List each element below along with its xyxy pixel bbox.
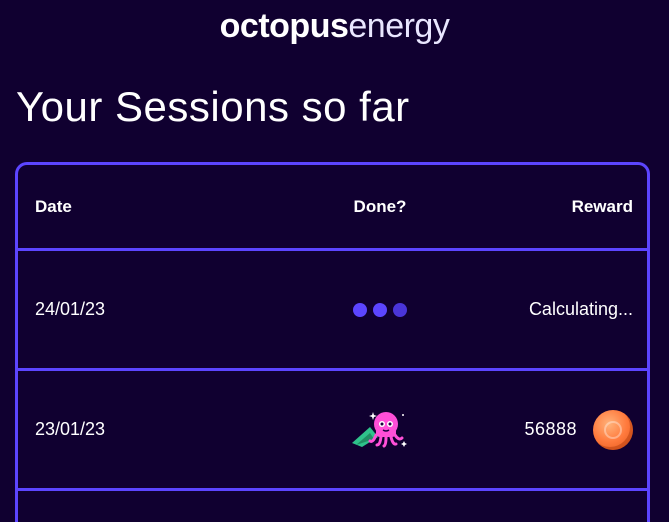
page-title: Your Sessions so far xyxy=(16,83,410,130)
octopus-energy-logo: octopusenergy xyxy=(0,6,669,46)
logo-octopus-text: octopus xyxy=(219,7,349,45)
coin-icon xyxy=(593,409,633,450)
octopus-mascot-icon xyxy=(318,371,442,488)
table-row: 23/01/23 56888 xyxy=(18,371,647,491)
loading-dot xyxy=(373,302,387,317)
loading-dots-icon xyxy=(318,251,442,368)
loading-dot xyxy=(353,302,367,317)
loading-dot xyxy=(393,302,407,317)
header-done: Done? xyxy=(353,196,407,216)
session-date: 23/01/23 xyxy=(35,419,106,439)
header-reward: Reward xyxy=(571,196,633,216)
header-date: Date xyxy=(35,196,72,216)
reward-amount: 56888 xyxy=(524,419,577,439)
session-reward: Calculating... xyxy=(529,251,633,368)
logo-energy-text: energy xyxy=(348,7,450,45)
session-reward: 56888 xyxy=(524,371,633,488)
reward-status: Calculating... xyxy=(528,299,633,319)
table-header-row: Date Done? Reward xyxy=(18,165,647,251)
table-row: 24/01/23 Calculating... xyxy=(18,251,647,371)
sessions-table: Date Done? Reward 24/01/23 Calculating..… xyxy=(15,162,650,522)
session-date: 24/01/23 xyxy=(35,299,106,319)
